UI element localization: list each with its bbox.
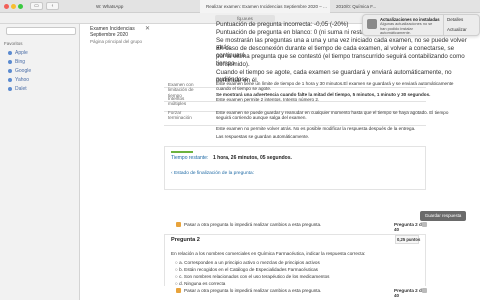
question-card: Pregunta 2 0,25 puntos En relación a los… [164, 234, 426, 290]
info-label: Intentos múltiples [168, 96, 187, 107]
flag-icon[interactable] [422, 222, 427, 227]
close-window-button[interactable] [4, 4, 9, 9]
question-prompt: En relación a los nombres comerciales en… [171, 251, 366, 256]
info-text: Las respuestas se guardan automáticament… [216, 134, 310, 139]
tab-exam[interactable]: Realizar examen: Examen Incidencias Sept… [200, 0, 330, 13]
sidebar-item-label: Apple [15, 50, 28, 56]
completion-status-link[interactable]: ‹ Estado de finalización de la pregunta: [171, 171, 254, 176]
info-text: Este examen no permite volver atrás. No … [216, 126, 416, 131]
exam-content: Puntuación de pregunta incorrecta: -0,05… [158, 21, 480, 300]
bookmark-icon [8, 68, 12, 73]
sidebar-item-label: Dalet [15, 86, 27, 92]
save-answer-button[interactable]: Guardar respuesta [420, 211, 466, 221]
time-label: Tiempo restante: [171, 155, 209, 161]
sidebar-item-label: Yahoo [15, 77, 30, 83]
warning-icon [176, 222, 181, 227]
bookmark-icon [8, 77, 12, 82]
flag-icon[interactable] [422, 288, 427, 293]
sidebar-item-apple[interactable]: Apple [8, 50, 28, 56]
navigation-warning: Pasar a otra pregunta lo impedirá realiz… [184, 222, 322, 227]
info-label: Forzar terminación [168, 110, 192, 121]
panel-title[interactable]: Examen Incidencias Septiembre 2020 [90, 26, 148, 38]
notification-divider [443, 15, 444, 35]
warning-icon [176, 288, 181, 293]
sidebar-item-label: Bing [15, 59, 26, 65]
sidebar-item-dalet[interactable]: Dalet [8, 86, 27, 92]
question-nav-strip: Pasar a otra pregunta lo impedirá realiz… [164, 220, 427, 232]
exam-rule-line: consumido). [216, 61, 250, 68]
bookmark-icon [8, 59, 12, 64]
timer-box: Tiempo restante: 1 hora, 26 minutos, 05 … [164, 146, 426, 190]
timer-progress-bar [171, 151, 193, 153]
update-notification: Actualizaciones no instaladas Algunas ac… [362, 14, 480, 36]
course-panel: Examen Incidencias Septiembre 2020 Págin… [80, 24, 158, 300]
answer-option[interactable]: ○ c. Son nombres relacionados con el uso… [175, 274, 329, 279]
sidebar-item-label: Google [15, 68, 32, 74]
sidebar-toggle-icon[interactable]: ▭ [30, 2, 43, 10]
zoom-window-button[interactable] [18, 4, 23, 9]
favorites-sidebar: Favoritos Apple Bing Google Yahoo Dalet [0, 24, 80, 300]
bookmark-icon [8, 50, 12, 55]
sidebar-item-bing[interactable]: Bing [8, 59, 25, 65]
answer-option[interactable]: ○ a. Corresponden a un principio activo … [175, 260, 320, 265]
info-text: Este examen permite 2 intentos. Intento … [216, 97, 320, 102]
sidebar-item-yahoo[interactable]: Yahoo [8, 77, 29, 83]
answer-option[interactable]: ○ b. Están recogidos en el Catálogo de E… [175, 267, 318, 272]
tab-whatsapp[interactable]: W: WhatsApp [90, 0, 200, 13]
info-text: Este examen tiene un límite de tiempo de… [216, 81, 454, 92]
navigation-warning: Pasar a otra pregunta lo impedirá realiz… [184, 288, 322, 293]
back-icon[interactable]: ‹ [46, 2, 59, 10]
browser-title-bar: ▭ ‹ W: WhatsApp Realizar examen: Examen … [0, 0, 480, 13]
question-title: Pregunta 2 [171, 237, 200, 243]
sidebar-header: Favoritos [4, 41, 23, 46]
info-text: Este examen se puede guardar y reanudar … [216, 110, 449, 121]
notification-details-button[interactable]: Detalles [447, 17, 463, 22]
question-nav-strip: Pasar a otra pregunta lo impedirá realiz… [164, 286, 427, 298]
close-icon[interactable]: ✕ [145, 25, 150, 32]
bookmark-icon [8, 86, 12, 91]
question-points: 0,25 puntos [397, 237, 421, 242]
notification-body: Algunas actualizaciones no se han podido… [380, 21, 433, 35]
minimize-window-button[interactable] [11, 4, 16, 9]
time-value: 1 hora, 26 minutos, 05 segundos. [213, 155, 292, 161]
tab-quimica[interactable]: 2010/0: Química F... [330, 0, 390, 13]
panel-subtitle[interactable]: Página principal del grupo [90, 39, 142, 44]
sidebar-item-google[interactable]: Google [8, 68, 31, 74]
settings-app-icon [367, 19, 377, 29]
sidebar-segmented-control[interactable] [6, 27, 76, 35]
notification-update-button[interactable]: Actualizar [447, 27, 467, 32]
